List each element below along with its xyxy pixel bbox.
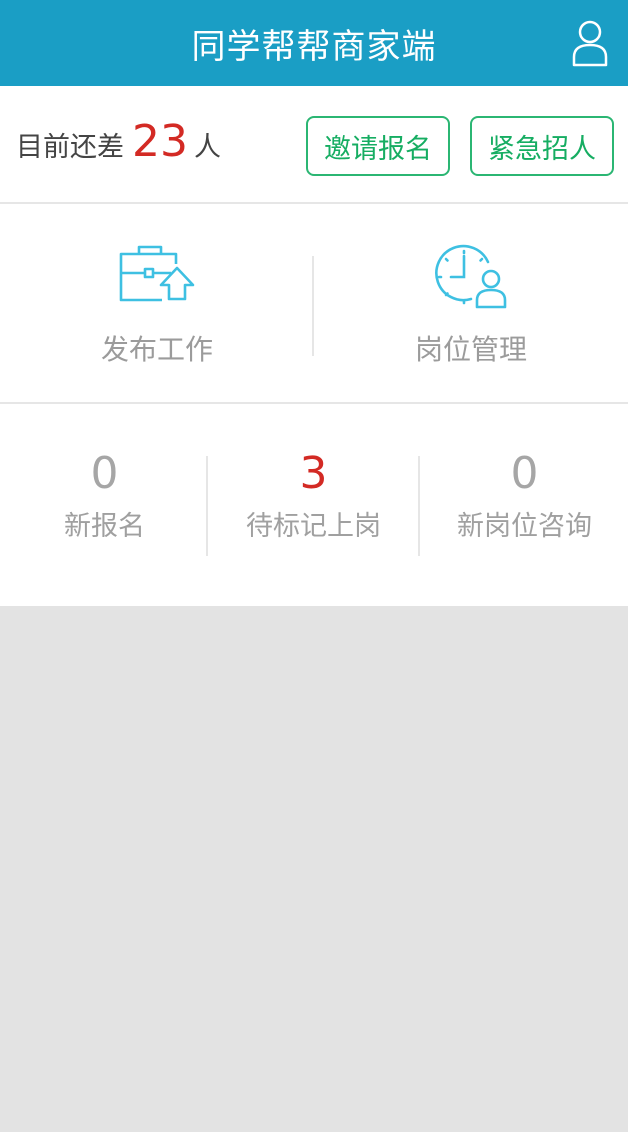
shortfall-suffix: 人 [194, 132, 221, 163]
new-inquiries-stat[interactable]: 0 新岗位咨询 [420, 406, 628, 606]
new-inquiries-count: 0 [510, 448, 539, 499]
pending-onboard-label: 待标记上岗 [246, 511, 381, 542]
stats-row: 0 新报名 3 待标记上岗 0 新岗位咨询 [0, 406, 628, 606]
new-signups-stat[interactable]: 0 新报名 [0, 406, 209, 606]
job-management-label: 岗位管理 [414, 333, 527, 366]
post-job-button[interactable]: 发布工作 [0, 206, 314, 404]
new-inquiries-label: 新岗位咨询 [457, 511, 592, 542]
user-icon [572, 20, 608, 67]
page-title: 同学帮帮商家端 [191, 26, 437, 67]
new-signups-label: 新报名 [64, 511, 145, 542]
recruit-shortfall: 目前还差 23 人 [16, 116, 221, 167]
recruit-status-row: 目前还差 23 人 邀请报名 紧急招人 [0, 86, 628, 204]
divider [206, 456, 208, 556]
dashboard-panel: 目前还差 23 人 邀请报名 紧急招人 发布工作 岗位管理 0 新报名 3 待标… [0, 86, 628, 606]
post-job-label: 发布工作 [100, 333, 213, 366]
urgent-recruit-button[interactable]: 紧急招人 [470, 116, 614, 176]
user-profile-button[interactable] [568, 16, 612, 70]
pending-onboard-stat[interactable]: 3 待标记上岗 [209, 406, 418, 606]
shortfall-count: 23 [132, 116, 188, 167]
new-signups-count: 0 [90, 448, 119, 499]
pending-onboard-count: 3 [299, 448, 328, 499]
shortfall-prefix: 目前还差 [16, 132, 124, 163]
app-header: 同学帮帮商家端 [0, 0, 628, 86]
invite-signup-button[interactable]: 邀请报名 [306, 116, 450, 176]
briefcase-upload-icon [119, 245, 195, 302]
clock-person-icon [435, 244, 507, 309]
job-management-button[interactable]: 岗位管理 [314, 206, 628, 404]
quick-actions-row: 发布工作 岗位管理 [0, 206, 628, 404]
